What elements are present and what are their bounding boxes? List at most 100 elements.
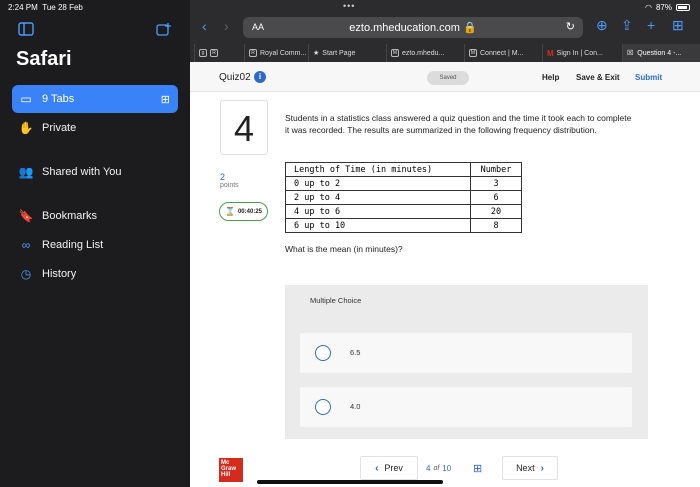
table-cell: 2 up to 4 <box>285 190 471 205</box>
home-indicator[interactable] <box>257 480 443 484</box>
hand-icon: ✋ <box>18 121 34 135</box>
browser-window: ‹ › AA ezto.mheducation.com 🔒 ↻ ⊕ ⇪ + ⊞ … <box>190 0 700 487</box>
quiz-footer: Mc Graw Hill ‹ Prev 4 of 10 ⊞ Next › <box>190 452 700 487</box>
info-icon[interactable]: i <box>254 71 266 83</box>
sidebar-item-tabs[interactable]: ▭ 9 Tabs ⊞ <box>12 85 178 113</box>
chevron-right-icon: › <box>540 462 544 474</box>
sidebar-item-label: Reading List <box>42 239 104 251</box>
help-button[interactable]: Help <box>542 73 559 82</box>
table-row: 4 up to 6 20 <box>285 204 522 219</box>
points-info: 2 points <box>220 172 239 189</box>
sidebar-item-reading-list[interactable]: ∞ Reading List <box>12 231 178 259</box>
mcgraw-hill-logo: Mc Graw Hill <box>219 458 243 482</box>
radio-button[interactable] <box>315 345 331 361</box>
question-prompt: What is the mean (in minutes)? <box>285 244 403 254</box>
close-tab-icon[interactable]: ☒ <box>627 49 633 57</box>
save-exit-button[interactable]: Save & Exit <box>576 73 620 82</box>
new-tab-group-icon[interactable] <box>156 22 172 36</box>
timer: ⌛ 00:40:25 <box>219 202 268 221</box>
question-number: 4 <box>220 100 268 155</box>
sidebar-item-private[interactable]: ✋ Private <box>12 114 178 142</box>
choice-text: 4.0 <box>350 402 361 411</box>
tab-bar: g R R Royal Comm... ★ Start Page M ezto.… <box>190 44 700 62</box>
table-row: 0 up to 2 3 <box>285 176 522 191</box>
submit-button[interactable]: Submit <box>635 73 662 82</box>
table-header: Number <box>470 162 522 177</box>
choice-text: 6.5 <box>350 348 361 357</box>
reload-icon[interactable]: ↻ <box>566 20 575 33</box>
tab-connect[interactable]: M Connect | M... <box>464 44 542 62</box>
safari-sidebar: Safari ▭ 9 Tabs ⊞ ✋ Private 👥 Shared wit… <box>0 0 190 487</box>
choice-option[interactable]: 4.0 <box>300 387 632 427</box>
hourglass-icon: ⌛ <box>225 207 235 216</box>
prev-button[interactable]: ‹ Prev <box>360 456 418 480</box>
page-of: of <box>433 464 440 472</box>
table-cell: 0 up to 2 <box>285 176 471 191</box>
tab-favicon: R <box>249 49 257 57</box>
tab-royal-comm[interactable]: R Royal Comm... <box>244 44 308 62</box>
forward-icon[interactable]: › <box>224 18 229 34</box>
table-cell: 3 <box>470 176 522 191</box>
sidebar-item-label: Bookmarks <box>42 210 98 222</box>
bookmark-icon: 🔖 <box>18 209 34 223</box>
new-tab-icon[interactable]: + <box>647 17 655 33</box>
status-bar: 2:24 PM Tue 28 Feb ••• ◠ 87% <box>0 0 700 14</box>
sidebar-item-history[interactable]: ◷ History <box>12 260 178 288</box>
question-grid-icon[interactable]: ⊞ <box>473 462 482 475</box>
table-row: 6 up to 10 8 <box>285 218 522 233</box>
sidebar-item-bookmarks[interactable]: 🔖 Bookmarks <box>12 202 178 230</box>
quiz-title: Quiz02 <box>219 72 251 83</box>
current-page: 4 <box>426 463 431 473</box>
frequency-table: Length of Time (in minutes) Number 0 up … <box>285 162 522 233</box>
tab-question-4[interactable]: ☒ Question 4 -... <box>622 44 700 62</box>
tab-favicon: R <box>210 49 218 57</box>
url-text: ezto.mheducation.com 🔒 <box>349 22 477 34</box>
multiple-choice-panel: Multiple Choice 6.5 4.0 <box>285 285 648 439</box>
tab-grid-icon[interactable]: ⊞ <box>672 17 684 34</box>
tabs-icon: ▭ <box>20 92 32 106</box>
tab-sign-in[interactable]: M Sign In | Con... <box>542 44 622 62</box>
sidebar-title: Safari <box>16 48 72 70</box>
quiz-header: Quiz02 i Saved Help Save & Exit Submit <box>190 62 700 92</box>
sidebar-item-shared[interactable]: 👥 Shared with You <box>12 158 178 186</box>
tab-ezto[interactable]: M ezto.mhedu... <box>386 44 464 62</box>
tab-start-page[interactable]: ★ Start Page <box>308 44 386 62</box>
table-header: Length of Time (in minutes) <box>285 162 471 177</box>
table-header-row: Length of Time (in minutes) Number <box>285 162 522 177</box>
star-icon: ★ <box>313 50 320 57</box>
battery-percent: 87% <box>655 3 672 12</box>
table-cell: 6 up to 10 <box>285 218 471 233</box>
sidebar-item-label: Shared with You <box>42 166 122 178</box>
clock-icon: ◷ <box>20 267 32 281</box>
address-bar[interactable]: AA ezto.mheducation.com 🔒 ↻ <box>243 17 583 38</box>
choice-option[interactable]: 6.5 <box>300 333 632 373</box>
wifi-icon: ◠ <box>645 3 652 12</box>
chevron-left-icon: ‹ <box>375 462 379 474</box>
lock-icon: 🔒 <box>463 22 477 34</box>
downloads-icon[interactable]: ⊕ <box>596 17 608 34</box>
battery-icon <box>676 4 690 11</box>
tab-r[interactable]: g R <box>194 44 244 62</box>
sidebar-toggle-icon[interactable] <box>18 22 34 36</box>
status-right: ◠ 87% <box>645 3 690 12</box>
sidebar-item-label: Private <box>42 122 77 134</box>
share-icon[interactable]: ⇪ <box>621 17 633 34</box>
glasses-icon: ∞ <box>21 238 31 252</box>
tab-favicon: M <box>469 49 477 57</box>
next-button[interactable]: Next › <box>502 456 558 480</box>
status-time: 2:24 PM Tue 28 Feb <box>8 3 83 12</box>
mcgraw-favicon-icon: M <box>547 48 554 58</box>
table-cell: 4 up to 6 <box>285 204 471 219</box>
table-row: 2 up to 4 6 <box>285 190 522 205</box>
tab-favicon: M <box>391 49 399 57</box>
radio-button[interactable] <box>315 399 331 415</box>
sidebar-item-label: 9 Tabs <box>42 93 75 105</box>
tab-overview-icon[interactable]: ⊞ <box>161 93 170 106</box>
total-pages: 10 <box>442 463 452 473</box>
people-icon: 👥 <box>18 165 34 179</box>
page-indicator: 4 of 10 <box>426 456 451 480</box>
back-icon[interactable]: ‹ <box>202 18 207 34</box>
points-label: points <box>220 182 239 189</box>
multitasking-dots-icon[interactable]: ••• <box>343 1 355 11</box>
sidebar-item-label: History <box>42 268 77 280</box>
